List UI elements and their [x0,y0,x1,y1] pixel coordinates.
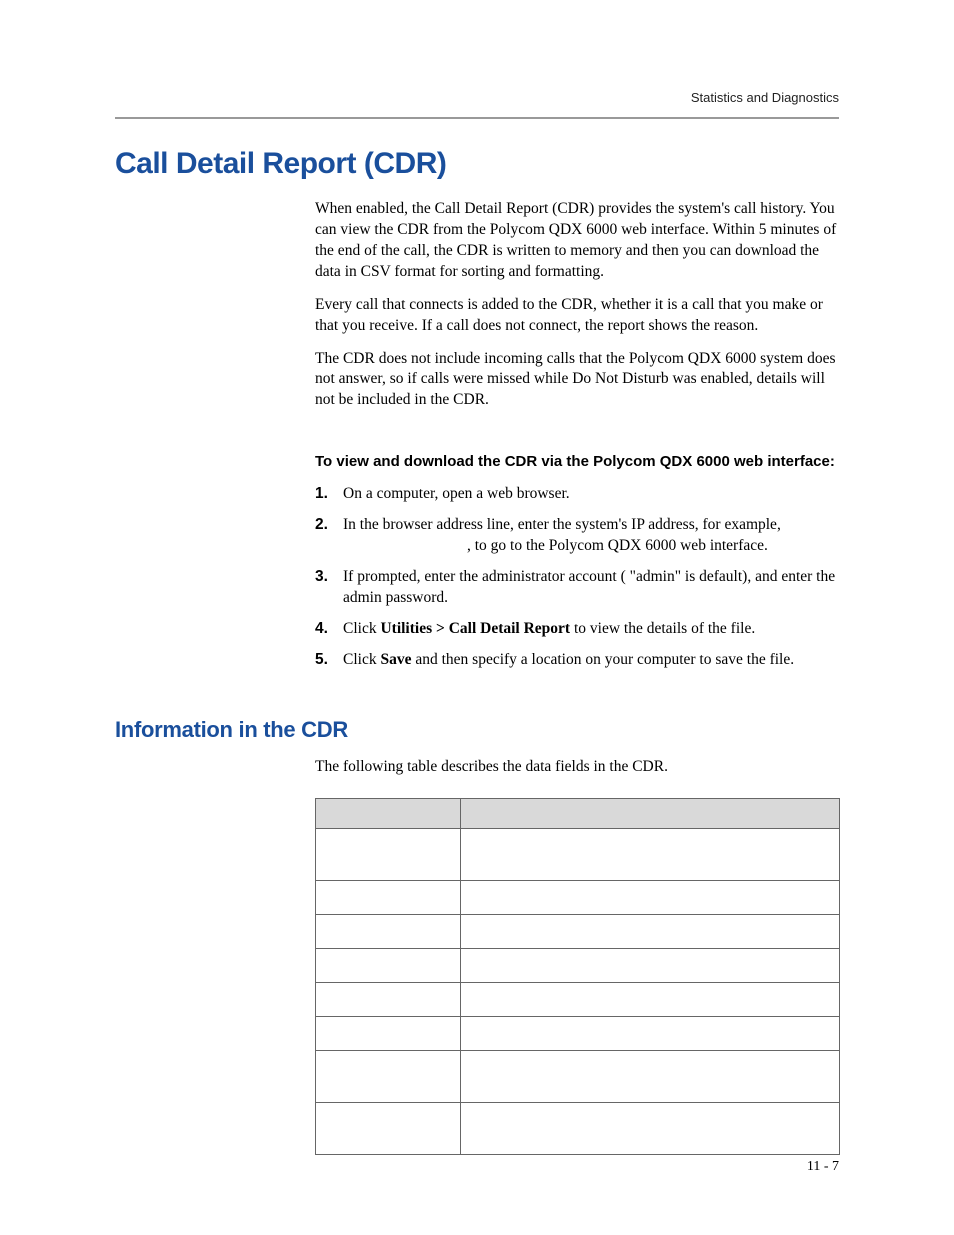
step-item: If prompted, enter the administrator acc… [315,567,839,609]
table-cell [460,1050,839,1102]
section-name: Statistics and Diagnostics [691,90,839,105]
step-text: If prompted, enter the administrator acc… [343,568,835,606]
step-item: Click Save and then specify a location o… [315,650,839,671]
table-header-cell [460,798,839,828]
running-header: Statistics and Diagnostics [115,90,839,105]
step-item: On a computer, open a web browser. [315,484,839,505]
procedure-steps: On a computer, open a web browser. In th… [315,484,839,670]
table-cell [316,1016,461,1050]
table-header-cell [316,798,461,828]
table-cell [460,880,839,914]
table-body [316,828,840,1154]
page-title: Call Detail Report (CDR) [115,147,839,181]
step-bold: Save [380,651,411,668]
table-row [316,1050,840,1102]
table-row [316,880,840,914]
table-row [316,1016,840,1050]
body-paragraph: The CDR does not include incoming calls … [315,349,839,412]
table-row [316,982,840,1016]
table-cell [316,828,461,880]
table-cell [316,914,461,948]
table-row [316,914,840,948]
step-text: In the browser address line, enter the s… [343,516,781,533]
step-text: and then specify a location on your comp… [411,651,794,668]
header-rule [115,117,839,119]
table-header-row [316,798,840,828]
table-cell [460,1016,839,1050]
page-number: 11 - 7 [807,1159,839,1175]
table-cell [316,1050,461,1102]
table-cell [460,914,839,948]
table-row [316,948,840,982]
table-cell [316,948,461,982]
step-text: On a computer, open a web browser. [343,485,570,502]
step-item: In the browser address line, enter the s… [315,515,839,557]
step-text: Click [343,651,380,668]
body-paragraph: When enabled, the Call Detail Report (CD… [315,199,839,283]
table-cell [316,1102,461,1154]
cdr-fields-table [315,798,840,1155]
table-cell [460,1102,839,1154]
subsection-title: Information in the CDR [115,717,839,743]
subsection-intro: The following table describes the data f… [315,757,839,778]
step-text: Click [343,620,380,637]
table-row [316,828,840,880]
table-row [316,1102,840,1154]
table-cell [316,880,461,914]
table-cell [460,948,839,982]
step-text: to view the details of the file. [570,620,755,637]
cdr-table-container [315,798,839,1155]
step-item: Click Utilities > Call Detail Report to … [315,619,839,640]
table-cell [460,828,839,880]
procedure-heading: To view and download the CDR via the Pol… [315,453,839,470]
step-text: , to go to the Polycom QDX 6000 web inte… [467,537,768,554]
table-cell [460,982,839,1016]
body-paragraph: Every call that connects is added to the… [315,295,839,337]
step-bold: Utilities > Call Detail Report [380,620,570,637]
table-cell [316,982,461,1016]
